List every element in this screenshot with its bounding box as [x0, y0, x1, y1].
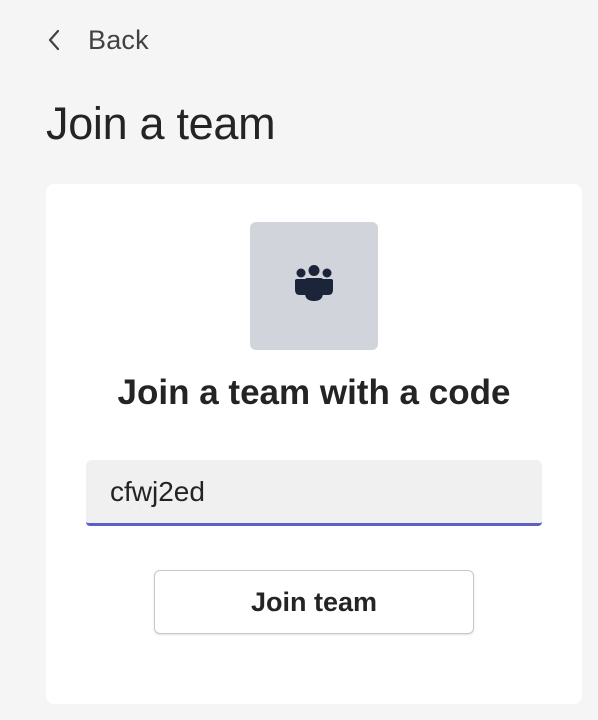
team-icon-tile — [250, 222, 378, 350]
team-code-input[interactable] — [86, 460, 542, 523]
join-team-card: Join a team with a code Join team — [46, 184, 582, 704]
card-heading: Join a team with a code — [117, 373, 511, 412]
chevron-left-icon — [46, 29, 62, 51]
join-team-page: Back Join a team Join a team with a code — [0, 0, 598, 720]
back-button[interactable]: Back — [46, 20, 149, 60]
team-code-field[interactable] — [86, 460, 542, 526]
back-label: Back — [88, 24, 149, 55]
join-team-button[interactable]: Join team — [154, 570, 474, 634]
page-title: Join a team — [46, 98, 276, 149]
people-team-icon — [292, 264, 336, 309]
